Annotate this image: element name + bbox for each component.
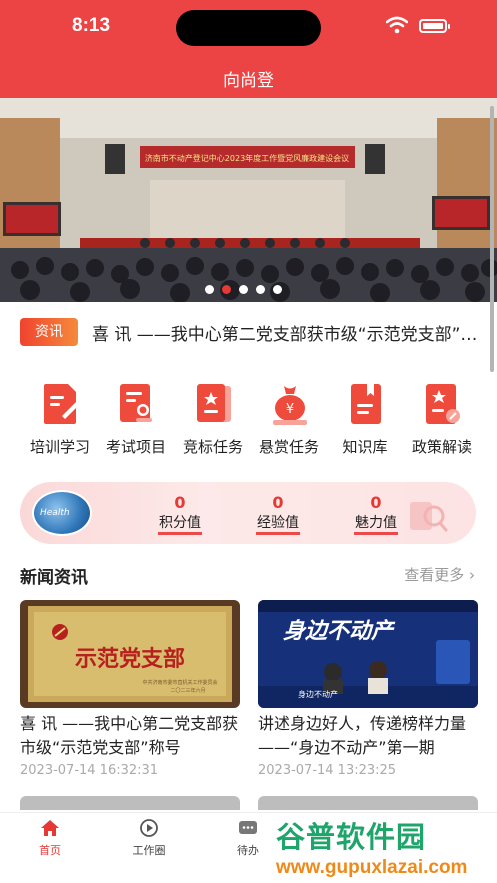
avatar-text: Health (40, 508, 70, 518)
news-card-next-peek (258, 796, 478, 810)
wifi-icon (386, 16, 408, 34)
thumbnail-caption: 示范党支部 (75, 646, 185, 672)
stat-value: 0 (174, 493, 186, 512)
training-icon (44, 384, 79, 424)
banner-slide-text: 济南市不动产登记中心2023年度工作暨党风廉政建设会议 (145, 153, 349, 163)
news-thumbnail: 身边不动产 身边不动产 (258, 600, 478, 708)
svg-text:中共济南市委市直机关工作委员会: 中共济南市委市直机关工作委员会 (142, 679, 217, 686)
bidding-icon (197, 384, 231, 422)
carousel-dot-active[interactable] (222, 285, 231, 294)
magnifier-decoration-icon (410, 502, 448, 532)
exam-icon (120, 384, 152, 422)
stat-value: 0 (370, 493, 382, 512)
banner-carousel[interactable]: 济南市不动产登记中心2023年度工作暨党风廉政建设会议 (0, 98, 497, 302)
watermark: 谷普软件园 www.gupuxlazai.com (276, 812, 497, 883)
stat-label: 积分值 (158, 514, 202, 535)
todo-icon (239, 821, 257, 834)
func-policy[interactable]: 政策解读 (402, 380, 482, 460)
policy-icon (426, 384, 460, 424)
see-more-label: 查看更多 (404, 566, 465, 584)
banner-image: 济南市不动产登记中心2023年度工作暨党风廉政建设会议 (0, 98, 497, 302)
nav-bar: 向尚登 (0, 56, 497, 98)
stat-charm[interactable]: 0 魅力值 (341, 494, 411, 535)
work-circle-icon (140, 819, 158, 837)
tab-home[interactable]: 首页 (10, 813, 90, 863)
watermark-title: 谷普软件园 (276, 820, 427, 854)
home-icon (41, 820, 59, 836)
carousel-dot[interactable] (239, 285, 248, 294)
carousel-dots (205, 285, 282, 294)
party-emblem-icon (52, 624, 68, 640)
carousel-dot[interactable] (205, 285, 214, 294)
func-bidding[interactable]: 竞标任务 (173, 380, 253, 460)
notice-text[interactable]: 喜 讯 ——我中心第二党支部获市级“示范党支部”称号 (92, 320, 484, 345)
section-title: 新闻资讯 (20, 568, 88, 588)
status-time: 8:13 (72, 15, 111, 36)
status-bar: 8:13 (0, 0, 497, 56)
tab-label: 工作圈 (132, 844, 166, 857)
scrollbar[interactable] (490, 106, 494, 372)
knowledge-icon (351, 384, 381, 424)
carousel-dot[interactable] (273, 285, 282, 294)
news-thumbnail: 示范党支部 中共济南市委市直机关工作委员会 二〇二三年六月 (20, 600, 240, 708)
battery-icon (419, 19, 450, 33)
func-label: 政策解读 (411, 438, 472, 456)
stat-experience[interactable]: 0 经验值 (243, 494, 313, 535)
stat-points[interactable]: 0 积分值 (145, 494, 215, 535)
watermark-url: www.gupuxlazai.com (276, 857, 468, 878)
svg-text:身边不动产: 身边不动产 (298, 689, 338, 699)
carousel-dot[interactable] (256, 285, 265, 294)
tab-label: 首页 (39, 844, 61, 857)
function-grid: 培训学习 考试项目 竞标任务 ¥ 悬赏任务 知识库 政策解读 (20, 380, 480, 460)
news-section-header: 新闻资讯 查看更多 › (20, 562, 475, 588)
stat-label: 经验值 (256, 514, 300, 535)
stat-value: 0 (272, 493, 284, 512)
stats-card[interactable]: Health 0 积分值 0 经验值 0 魅力值 (20, 482, 476, 544)
svg-text:二〇二三年六月: 二〇二三年六月 (170, 687, 205, 694)
tab-work-circle[interactable]: 工作圈 (109, 813, 189, 863)
news-time: 2023-07-14 16:32:31 (20, 763, 159, 778)
news-time: 2023-07-14 13:23:25 (258, 763, 397, 778)
thumbnail-caption: 身边不动产 (283, 618, 396, 644)
news-title[interactable]: 讲述身边好人，传递榜样力量 ——“身边不动产”第一期 (258, 712, 480, 760)
see-more-link[interactable]: 查看更多 › (404, 564, 475, 585)
func-reward[interactable]: ¥ 悬赏任务 (249, 380, 329, 460)
news-title[interactable]: 喜 讯 ——我中心第二党支部获市级“示范党支部”称号 (20, 712, 242, 760)
page-title: 向尚登 (223, 71, 274, 91)
notice-bar[interactable]: 资讯 喜 讯 ——我中心第二党支部获市级“示范党支部”称号 (20, 316, 484, 350)
stat-label: 魅力值 (354, 514, 398, 535)
reward-icon: ¥ (273, 386, 307, 425)
chevron-right-icon: › (469, 566, 475, 584)
dynamic-island (176, 10, 321, 46)
notice-tag: 资讯 (20, 318, 78, 346)
func-training[interactable]: 培训学习 (20, 380, 100, 460)
func-exam[interactable]: 考试项目 (96, 380, 176, 460)
news-card-next-peek (20, 796, 240, 810)
avatar[interactable]: Health (32, 490, 92, 536)
svg-text:¥: ¥ (286, 402, 294, 417)
func-knowledge[interactable]: 知识库 (325, 380, 405, 460)
